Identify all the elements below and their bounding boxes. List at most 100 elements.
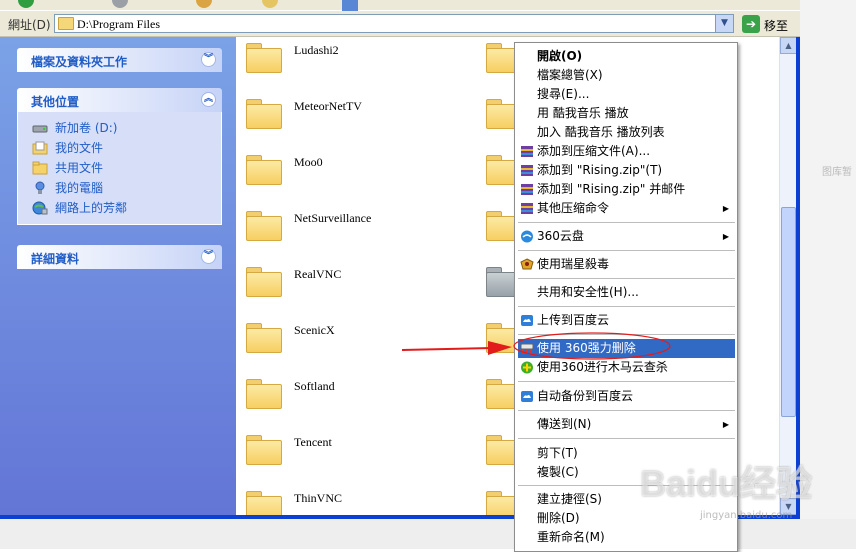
sidebar-item-drive-d[interactable]: 新加卷 (D:) [30, 118, 221, 138]
menu-item-label: 加入 酷我音乐 播放列表 [537, 125, 665, 139]
sidebar-item-shared-documents[interactable]: 共用文件 [30, 158, 221, 178]
address-input[interactable]: D:\Program Files ▼ [54, 14, 734, 33]
file-item[interactable]: Moo0 [236, 149, 476, 205]
folder-icon [246, 379, 282, 409]
folders-icon[interactable] [262, 0, 278, 8]
file-item[interactable]: MeteorNetTV [236, 93, 476, 149]
menu-item-label: 開啟(O) [537, 49, 583, 63]
chevron-down-icon[interactable]: ▼ [715, 15, 733, 32]
menu-item-kuwo-playlist[interactable]: 加入 酷我音乐 播放列表 [518, 123, 735, 142]
file-item[interactable]: Tencent [236, 429, 476, 485]
menu-item-auto-backup-baidu[interactable]: 自动备份到百度云 [518, 387, 735, 406]
menu-item-label: 共用和安全性(H)... [537, 285, 639, 299]
task-pane: 檔案及資料夾工作 ︾ 其他位置 ︽ 新加卷 (D:) 我的文件 共用文件 我的電… [0, 37, 236, 515]
go-label: 移至 [764, 19, 789, 33]
file-name: NetSurveillance [294, 211, 372, 225]
address-value[interactable]: D:\Program Files [77, 17, 160, 32]
drive-icon [32, 125, 48, 133]
sidebar-item-my-computer[interactable]: 我的電腦 [30, 178, 221, 198]
sidebar-item-label: 新加卷 (D:) [55, 121, 118, 135]
menu-item-kuwo-play[interactable]: 用 酷我音乐 播放 [518, 104, 735, 123]
task-section-header[interactable]: 檔案及資料夾工作 ︾ [17, 48, 222, 72]
winrar-icon [521, 203, 533, 214]
menu-item-label: 複製(C) [537, 465, 579, 479]
back-icon[interactable] [18, 0, 34, 8]
task-section-details: 詳細資料 ︾ [17, 245, 222, 269]
menu-item-label: 添加到压缩文件(A)... [537, 144, 651, 158]
menu-item-add-rising-zip[interactable]: 添加到 "Rising.zip"(T) [518, 161, 735, 180]
menu-separator [518, 381, 735, 382]
folder-icon [246, 267, 282, 297]
chevron-up-icon[interactable]: ︽ [201, 92, 216, 107]
menu-separator [518, 306, 735, 307]
folder-icon [246, 323, 282, 353]
menu-item-other-compress[interactable]: 其他压缩命令 ▶ [518, 199, 735, 218]
menu-item-label: 刪除(D) [537, 511, 580, 525]
file-name: MeteorNetTV [294, 99, 362, 113]
file-item[interactable]: Softland [236, 373, 476, 429]
sidebar-item-network[interactable]: 網路上的芳鄰 [30, 198, 221, 218]
sidebar-item-my-documents[interactable]: 我的文件 [30, 138, 221, 158]
folder-icon [246, 43, 282, 73]
file-item[interactable]: NetSurveillance [236, 205, 476, 261]
menu-separator [518, 222, 735, 223]
menu-separator [518, 250, 735, 251]
menu-item-sharing-security[interactable]: 共用和安全性(H)... [518, 283, 735, 302]
folder-icon [246, 435, 282, 465]
go-arrow-icon: ➔ [742, 15, 760, 33]
menu-item-label: 自动备份到百度云 [537, 389, 634, 403]
red-arrow-annotation [401, 341, 512, 355]
search-icon[interactable] [196, 0, 212, 8]
menu-separator [518, 278, 735, 279]
folder-icon [246, 155, 282, 185]
sidebar-item-label: 共用文件 [55, 161, 104, 175]
menu-item-add-rising-zip-mail[interactable]: 添加到 "Rising.zip" 并邮件 [518, 180, 735, 199]
menu-item-label: 使用瑞星殺毒 [537, 257, 610, 271]
chevron-down-icon[interactable]: ︾ [201, 249, 216, 264]
go-button[interactable]: ➔ 移至 [742, 15, 794, 33]
menu-item-rising-scan[interactable]: 使用瑞星殺毒 [518, 255, 735, 274]
address-bar: 網址(D) D:\Program Files ▼ ➔ 移至 [0, 11, 800, 37]
menu-item-rename[interactable]: 重新命名(M) [518, 528, 735, 547]
folder-icon [246, 211, 282, 241]
file-name: Moo0 [294, 155, 323, 169]
submenu-arrow-icon: ▶ [722, 232, 729, 241]
menu-item-label: 360云盘 [537, 229, 584, 243]
submenu-arrow-icon: ▶ [722, 204, 729, 213]
file-name: ThinVNC [294, 491, 342, 505]
baidu-cloud-icon [521, 315, 533, 326]
scroll-up-icon[interactable]: ▲ [780, 37, 797, 54]
menu-item-add-archive[interactable]: 添加到压缩文件(A)... [518, 142, 735, 161]
menu-item-label: 上传到百度云 [537, 313, 610, 327]
vertical-scrollbar[interactable]: ▲ ▼ [779, 37, 797, 515]
file-item[interactable]: RealVNC [236, 261, 476, 317]
menu-item-send-to[interactable]: 傳送到(N) ▶ [518, 415, 735, 434]
menu-item-search[interactable]: 搜尋(E)... [518, 85, 735, 104]
desktop-background [800, 0, 856, 519]
scroll-thumb[interactable] [781, 207, 796, 417]
menu-item-label: 其他压缩命令 [537, 201, 610, 215]
menu-item-explore[interactable]: 檔案總管(X) [518, 66, 735, 85]
chevron-down-icon[interactable]: ︾ [201, 52, 216, 67]
winrar-icon [521, 165, 533, 176]
forward-icon[interactable] [112, 0, 128, 8]
task-section-title: 檔案及資料夾工作 [31, 55, 128, 69]
task-section-body: 新加卷 (D:) 我的文件 共用文件 我的電腦 網路上的芳鄰 [17, 112, 222, 225]
watermark-logo: Baidu经验 [640, 463, 813, 504]
menu-item-open[interactable]: 開啟(O) [518, 47, 735, 66]
task-section-header[interactable]: 詳細資料 ︾ [17, 245, 222, 269]
menu-item-360-cloud[interactable]: 360云盘 ▶ [518, 227, 735, 246]
menu-separator [518, 410, 735, 411]
sidebar-item-label: 網路上的芳鄰 [55, 201, 128, 215]
folder-icon [246, 99, 282, 129]
file-name: Tencent [294, 435, 332, 449]
submenu-arrow-icon: ▶ [722, 420, 729, 429]
address-label: 網址(D) [8, 18, 51, 32]
task-section-title: 詳細資料 [31, 252, 80, 266]
task-section-header[interactable]: 其他位置 ︽ [17, 88, 222, 112]
winrar-icon [521, 184, 533, 195]
menu-item-upload-baidu[interactable]: 上传到百度云 [518, 311, 735, 330]
menu-item-label: 剪下(T) [537, 446, 578, 460]
baidu-cloud-icon [521, 391, 533, 402]
file-item[interactable]: Ludashi2 [236, 37, 476, 93]
